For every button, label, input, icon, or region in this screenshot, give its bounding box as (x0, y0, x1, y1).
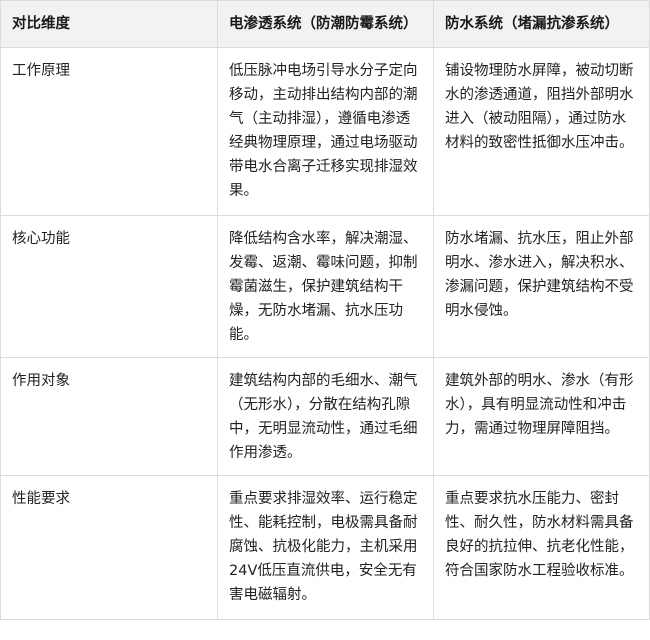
header-waterproof-system: 防水系统（堵漏抗渗系统） (433, 0, 650, 48)
header-row: 对比维度 电渗透系统（防潮防霉系统） 防水系统（堵漏抗渗系统） (0, 0, 650, 48)
cell-waterproof: 建筑外部的明水、渗水（有形水），具有明显流动性和冲击力，需通过物理屏障阻挡。 (433, 357, 650, 476)
table-row: 工作原理 低压脉冲电场引导水分子定向移动，主动排出结构内部的潮气（主动排湿），遵… (0, 47, 650, 216)
cell-dimension: 核心功能 (0, 215, 218, 358)
comparison-table: 对比维度 电渗透系统（防潮防霉系统） 防水系统（堵漏抗渗系统） 工作原理 低压脉… (0, 0, 650, 620)
cell-electro-osmosis: 建筑结构内部的毛细水、潮气（无形水），分散在结构孔隙中，无明显流动性，通过毛细作… (217, 357, 434, 476)
cell-waterproof: 重点要求抗水压能力、密封性、耐久性，防水材料需具备良好的抗拉伸、抗老化性能，符合… (433, 475, 650, 620)
comparison-table-container: 对比维度 电渗透系统（防潮防霉系统） 防水系统（堵漏抗渗系统） 工作原理 低压脉… (0, 0, 650, 640)
table-header: 对比维度 电渗透系统（防潮防霉系统） 防水系统（堵漏抗渗系统） (0, 0, 650, 48)
cell-electro-osmosis: 重点要求排湿效率、运行稳定性、能耗控制，电极需具备耐腐蚀、抗极化能力，主机采用2… (217, 475, 434, 620)
cell-dimension: 工作原理 (0, 47, 218, 216)
cell-waterproof: 防水堵漏、抗水压，阻止外部明水、渗水进入，解决积水、渗漏问题，保护建筑结构不受明… (433, 215, 650, 358)
header-electro-osmosis-system: 电渗透系统（防潮防霉系统） (217, 0, 434, 48)
table-row: 性能要求 重点要求排湿效率、运行稳定性、能耗控制，电极需具备耐腐蚀、抗极化能力，… (0, 475, 650, 620)
cell-electro-osmosis: 低压脉冲电场引导水分子定向移动，主动排出结构内部的潮气（主动排湿），遵循电渗透经… (217, 47, 434, 216)
table-row: 核心功能 降低结构含水率，解决潮湿、发霉、返潮、霉味问题，抑制霉菌滋生，保护建筑… (0, 215, 650, 358)
header-dimension: 对比维度 (0, 0, 218, 48)
table-row: 作用对象 建筑结构内部的毛细水、潮气（无形水），分散在结构孔隙中，无明显流动性，… (0, 357, 650, 476)
cell-dimension: 性能要求 (0, 475, 218, 620)
cell-waterproof: 铺设物理防水屏障，被动切断水的渗透通道，阻挡外部明水进入（被动阻隔），通过防水材… (433, 47, 650, 216)
table-body: 工作原理 低压脉冲电场引导水分子定向移动，主动排出结构内部的潮气（主动排湿），遵… (0, 47, 650, 620)
cell-electro-osmosis: 降低结构含水率，解决潮湿、发霉、返潮、霉味问题，抑制霉菌滋生，保护建筑结构干燥，… (217, 215, 434, 358)
cell-dimension: 作用对象 (0, 357, 218, 476)
